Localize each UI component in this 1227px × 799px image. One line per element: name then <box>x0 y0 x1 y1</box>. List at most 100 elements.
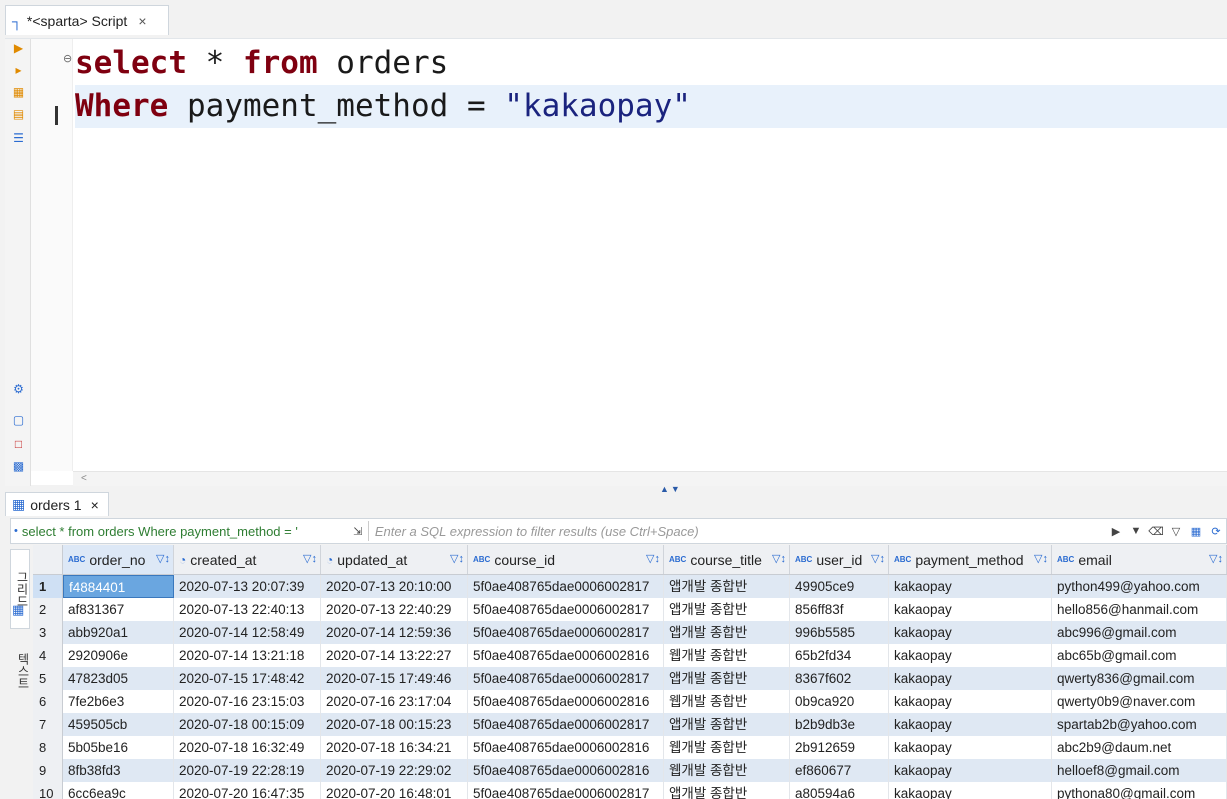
table-row[interactable]: 1 f4884401 2020-07-13 20:07:39 2020-07-13 2… <box>33 575 1227 598</box>
cell-payment-method[interactable]: kakaopay <box>889 713 1052 736</box>
cell-user-id[interactable]: 0b9ca920 <box>790 690 889 713</box>
cell-order-no[interactable]: 8fb38fd3 <box>63 759 174 782</box>
cell-course-title[interactable]: 앱개발 종합반 <box>664 667 790 690</box>
column-header-order-no[interactable]: ABC order_no ▽↕ <box>63 545 174 574</box>
cell-updated-at[interactable]: 2020-07-15 17:49:46 <box>321 667 468 690</box>
grid-corner[interactable] <box>33 545 63 574</box>
cell-payment-method[interactable]: kakaopay <box>889 598 1052 621</box>
row-number[interactable]: 6 <box>33 690 63 713</box>
close-icon[interactable]: × <box>138 13 146 29</box>
cell-user-id[interactable]: 8367f602 <box>790 667 889 690</box>
filter-history-icon[interactable]: ▶ <box>1106 525 1126 538</box>
cell-user-id[interactable]: a80594a6 <box>790 782 889 799</box>
cell-course-title[interactable]: 앱개발 종합반 <box>664 621 790 644</box>
cell-created-at[interactable]: 2020-07-18 00:15:09 <box>174 713 321 736</box>
column-header-email[interactable]: ABC email ▽↕ <box>1052 545 1227 574</box>
cell-updated-at[interactable]: 2020-07-18 00:15:23 <box>321 713 468 736</box>
code-line[interactable]: select * from orders <box>75 42 1227 85</box>
cell-user-id[interactable]: b2b9db3e <box>790 713 889 736</box>
table-row[interactable]: 6 7fe2b6e3 2020-07-16 23:15:03 2020-07-16 2… <box>33 690 1227 713</box>
table-row[interactable]: 9 8fb38fd3 2020-07-19 22:28:19 2020-07-19 2… <box>33 759 1227 782</box>
cell-course-title[interactable]: 웹개발 종합반 <box>664 644 790 667</box>
cell-updated-at[interactable]: 2020-07-20 16:48:01 <box>321 782 468 799</box>
cell-created-at[interactable]: 2020-07-20 16:47:35 <box>174 782 321 799</box>
table-row[interactable]: 10 6cc6ea9c 2020-07-20 16:47:35 2020-07-20 … <box>33 782 1227 799</box>
table-row[interactable]: 8 5b05be16 2020-07-18 16:32:49 2020-07-18 1… <box>33 736 1227 759</box>
cell-course-id[interactable]: 5f0ae408765dae0006002817 <box>468 782 664 799</box>
cell-course-title[interactable]: 웹개발 종합반 <box>664 736 790 759</box>
cell-order-no[interactable]: 47823d05 <box>63 667 174 690</box>
cell-user-id[interactable]: 65b2fd34 <box>790 644 889 667</box>
cell-course-id[interactable]: 5f0ae408765dae0006002817 <box>468 598 664 621</box>
cell-updated-at[interactable]: 2020-07-14 12:59:36 <box>321 621 468 644</box>
cell-course-title[interactable]: 앱개발 종합반 <box>664 713 790 736</box>
cell-email[interactable]: helloef8@gmail.com <box>1052 759 1227 782</box>
refresh-icon[interactable]: ⟳ <box>1206 525 1226 538</box>
cell-created-at[interactable]: 2020-07-18 16:32:49 <box>174 736 321 759</box>
cell-email[interactable]: python499@yahoo.com <box>1052 575 1227 598</box>
cell-payment-method[interactable]: kakaopay <box>889 667 1052 690</box>
cell-course-id[interactable]: 5f0ae408765dae0006002817 <box>468 713 664 736</box>
explain-plan-icon[interactable]: ▦ <box>11 85 26 100</box>
cell-order-no[interactable]: 2920906e <box>63 644 174 667</box>
table-row[interactable]: 2 af831367 2020-07-13 22:40:13 2020-07-13 2… <box>33 598 1227 621</box>
settings-icon[interactable]: ⚙ <box>11 382 26 397</box>
cell-email[interactable]: qwerty0b9@naver.com <box>1052 690 1227 713</box>
cell-email[interactable]: qwerty836@gmail.com <box>1052 667 1227 690</box>
cell-payment-method[interactable]: kakaopay <box>889 759 1052 782</box>
format-icon[interactable]: ▩ <box>11 459 26 474</box>
cell-created-at[interactable]: 2020-07-16 23:15:03 <box>174 690 321 713</box>
cell-course-title[interactable]: 웹개발 종합반 <box>664 759 790 782</box>
row-number[interactable]: 10 <box>33 782 63 799</box>
cell-created-at[interactable]: 2020-07-15 17:48:42 <box>174 667 321 690</box>
cell-payment-method[interactable]: kakaopay <box>889 644 1052 667</box>
column-header-course-title[interactable]: ABC course_title ▽↕ <box>664 545 790 574</box>
table-row[interactable]: 4 2920906e 2020-07-14 13:21:18 2020-07-14 1… <box>33 644 1227 667</box>
cell-user-id[interactable]: 996b5585 <box>790 621 889 644</box>
sort-filter-icon[interactable]: ▽↕ <box>772 552 786 565</box>
column-header-created-at[interactable]: ◔ created_at ▽↕ <box>174 545 321 574</box>
fold-marker-icon[interactable]: ⊖ <box>63 52 72 65</box>
filter-settings-icon[interactable]: ▽ <box>1166 525 1186 538</box>
cell-updated-at[interactable]: 2020-07-14 13:22:27 <box>321 644 468 667</box>
new-script-icon[interactable]: □ <box>11 437 26 452</box>
open-script-icon[interactable]: ▢ <box>11 413 26 428</box>
cell-course-title[interactable]: 웹개발 종합반 <box>664 690 790 713</box>
sort-filter-icon[interactable]: ▽↕ <box>303 552 317 565</box>
cell-created-at[interactable]: 2020-07-13 22:40:13 <box>174 598 321 621</box>
cell-course-id[interactable]: 5f0ae408765dae0006002816 <box>468 736 664 759</box>
cell-created-at[interactable]: 2020-07-14 13:21:18 <box>174 644 321 667</box>
export-icon[interactable]: ☰ <box>11 131 26 146</box>
cell-updated-at[interactable]: 2020-07-18 16:34:21 <box>321 736 468 759</box>
cell-payment-method[interactable]: kakaopay <box>889 621 1052 644</box>
cell-course-id[interactable]: 5f0ae408765dae0006002817 <box>468 621 664 644</box>
row-number[interactable]: 9 <box>33 759 63 782</box>
dropdown-icon[interactable]: ▼ <box>1126 525 1146 537</box>
code-line[interactable]: Where payment_method = "kakaopay" <box>75 85 1227 128</box>
cell-email[interactable]: abc996@gmail.com <box>1052 621 1227 644</box>
cell-created-at[interactable]: 2020-07-14 12:58:49 <box>174 621 321 644</box>
cell-order-no[interactable]: abb920a1 <box>63 621 174 644</box>
cell-user-id[interactable]: ef860677 <box>790 759 889 782</box>
execute-script-icon[interactable]: ▸ <box>11 63 26 78</box>
close-icon[interactable]: × <box>91 497 99 513</box>
column-header-payment-method[interactable]: ABC payment_method ▽↕ <box>889 545 1052 574</box>
table-row[interactable]: 3 abb920a1 2020-07-14 12:58:49 2020-07-14 1… <box>33 621 1227 644</box>
cell-updated-at[interactable]: 2020-07-16 23:17:04 <box>321 690 468 713</box>
cell-course-title[interactable]: 앱개발 종합반 <box>664 575 790 598</box>
cell-email[interactable]: pythona80@gmail.com <box>1052 782 1227 799</box>
cell-email[interactable]: spartab2b@yahoo.com <box>1052 713 1227 736</box>
column-header-course-id[interactable]: ABC course_id ▽↕ <box>468 545 664 574</box>
cell-course-title[interactable]: 앱개발 종합반 <box>664 782 790 799</box>
cell-email[interactable]: abc2b9@daum.net <box>1052 736 1227 759</box>
sort-filter-icon[interactable]: ▽↕ <box>1209 552 1223 565</box>
table-row[interactable]: 7 459505cb 2020-07-18 00:15:09 2020-07-18 0… <box>33 713 1227 736</box>
cell-order-no[interactable]: 6cc6ea9c <box>63 782 174 799</box>
cell-order-no[interactable]: 7fe2b6e3 <box>63 690 174 713</box>
cell-course-id[interactable]: 5f0ae408765dae0006002816 <box>468 759 664 782</box>
cell-updated-at[interactable]: 2020-07-13 20:10:00 <box>321 575 468 598</box>
execute-statement-icon[interactable]: ▶ <box>11 41 26 56</box>
row-number[interactable]: 4 <box>33 644 63 667</box>
results-grid[interactable]: ABC order_no ▽↕ ◔ created_at ▽↕ ◔ updated_at ▽↕ A… <box>33 545 1227 799</box>
cell-user-id[interactable]: 49905ce9 <box>790 575 889 598</box>
